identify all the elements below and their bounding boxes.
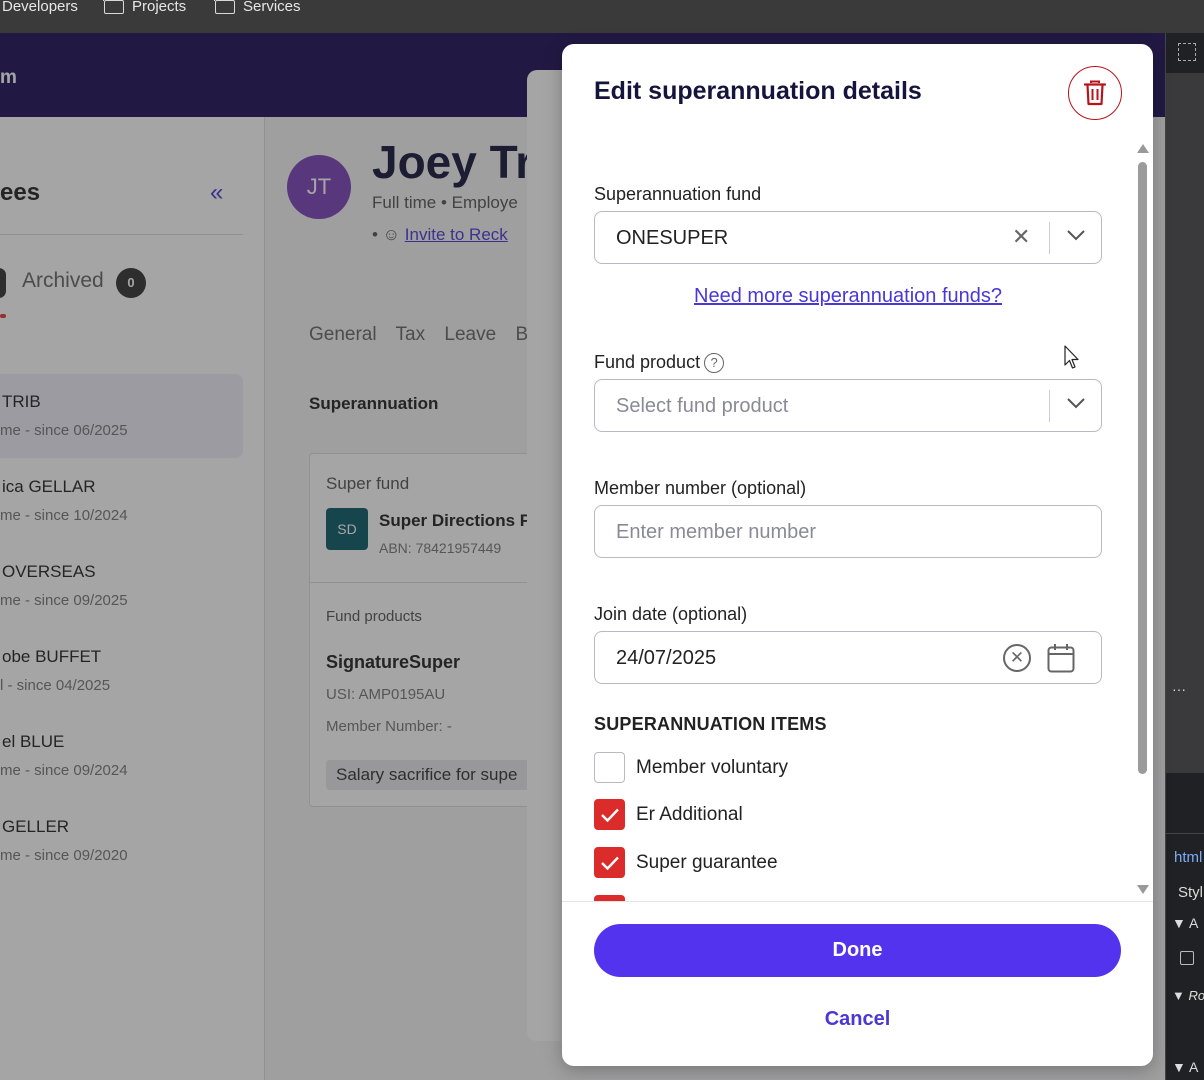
superannuation-items-heading: SUPERANNUATION ITEMS (594, 714, 827, 734)
fund-select[interactable]: ONESUPER ✕ (594, 211, 1102, 264)
footer-divider (562, 901, 1153, 902)
cancel-button[interactable]: Cancel (594, 1008, 1121, 1031)
checkbox[interactable] (594, 847, 625, 878)
devtools-preview (1166, 73, 1204, 773)
mouse-cursor-icon (1064, 345, 1079, 369)
bookmarks-bar: Developers Projects Services (0, 0, 1204, 33)
item-member-voluntary[interactable]: Member voluntary (594, 752, 788, 783)
chevron-down-icon[interactable] (1067, 230, 1085, 241)
divider (1049, 390, 1050, 422)
member-number-label: Member number (optional) (594, 478, 807, 498)
check-icon (600, 808, 619, 822)
bookmark-developers[interactable]: Developers (2, 0, 78, 15)
checkbox[interactable] (594, 752, 625, 783)
bookmark-projects[interactable]: Projects (103, 0, 187, 15)
fund-select-value: ONESUPER (616, 227, 729, 249)
divider (1166, 833, 1204, 834)
product-label-row: Fund product? (594, 352, 725, 373)
item-er-additional[interactable]: Er Additional (594, 799, 743, 830)
scroll-up-icon[interactable] (1137, 144, 1149, 153)
edit-superannuation-dialog: Edit superannuation details Superannuati… (562, 44, 1153, 1066)
dialog-title: Edit superannuation details (594, 77, 922, 105)
devtools-row[interactable]: ▼ A (1172, 915, 1198, 931)
row-label: A (1188, 1059, 1199, 1075)
devtools-checkbox[interactable] (1180, 951, 1194, 965)
fund-product-select[interactable]: Select fund product (594, 379, 1102, 432)
trash-icon (1084, 80, 1106, 106)
done-button[interactable]: Done (594, 924, 1121, 977)
more-icon[interactable]: ··· (1172, 681, 1186, 697)
product-label: Fund product (594, 352, 701, 372)
scroll-down-icon[interactable] (1137, 885, 1149, 894)
member-number-placeholder: Enter member number (616, 521, 817, 543)
calendar-icon[interactable] (1047, 643, 1075, 673)
help-icon[interactable]: ? (704, 353, 725, 373)
checkbox[interactable] (594, 799, 625, 830)
join-date-input[interactable]: 24/07/2025 ✕ (594, 631, 1102, 684)
devtools-row[interactable]: ▼ A (1172, 1059, 1198, 1075)
check-icon (600, 856, 619, 870)
element-picker-icon[interactable] (1178, 43, 1196, 61)
item-label: Super guarantee (636, 851, 778, 873)
item-super-guarantee[interactable]: Super guarantee (594, 847, 778, 878)
bookmark-label: Projects (132, 0, 187, 15)
item-label: Er Additional (636, 803, 743, 825)
dialog-scrollbar[interactable] (1136, 144, 1150, 894)
bookmark-label: Services (243, 0, 301, 15)
folder-icon (214, 0, 235, 14)
breadcrumb-html[interactable]: html (1174, 849, 1202, 866)
join-date-label: Join date (optional) (594, 604, 748, 624)
divider (1049, 222, 1050, 254)
fund-label: Superannuation fund (594, 184, 762, 204)
more-funds-link[interactable]: Need more superannuation funds? (594, 285, 1102, 308)
folder-icon (103, 0, 124, 14)
styles-tab[interactable]: Styl (1178, 884, 1203, 901)
delete-button[interactable] (1068, 66, 1122, 120)
bookmark-services[interactable]: Services (214, 0, 301, 15)
clear-date-icon[interactable]: ✕ (1003, 644, 1031, 672)
devtools-panel: ··· html Styl ▼ A ▼ Ro ▼ A (1165, 33, 1204, 1080)
devtools-row[interactable]: ▼ Ro (1172, 988, 1204, 1003)
clear-icon[interactable]: ✕ (1012, 226, 1030, 248)
scrollbar-thumb[interactable] (1138, 162, 1147, 774)
item-label: Member voluntary (636, 756, 789, 778)
fund-product-placeholder: Select fund product (616, 395, 789, 417)
row-label: Ro (1188, 988, 1204, 1003)
devtools-toolbar (1166, 33, 1204, 73)
bookmark-label: Developers (2, 0, 78, 15)
chevron-down-icon[interactable] (1067, 398, 1085, 409)
member-number-input[interactable]: Enter member number (594, 505, 1102, 558)
join-date-value: 24/07/2025 (616, 647, 717, 669)
row-label: A (1188, 915, 1199, 931)
